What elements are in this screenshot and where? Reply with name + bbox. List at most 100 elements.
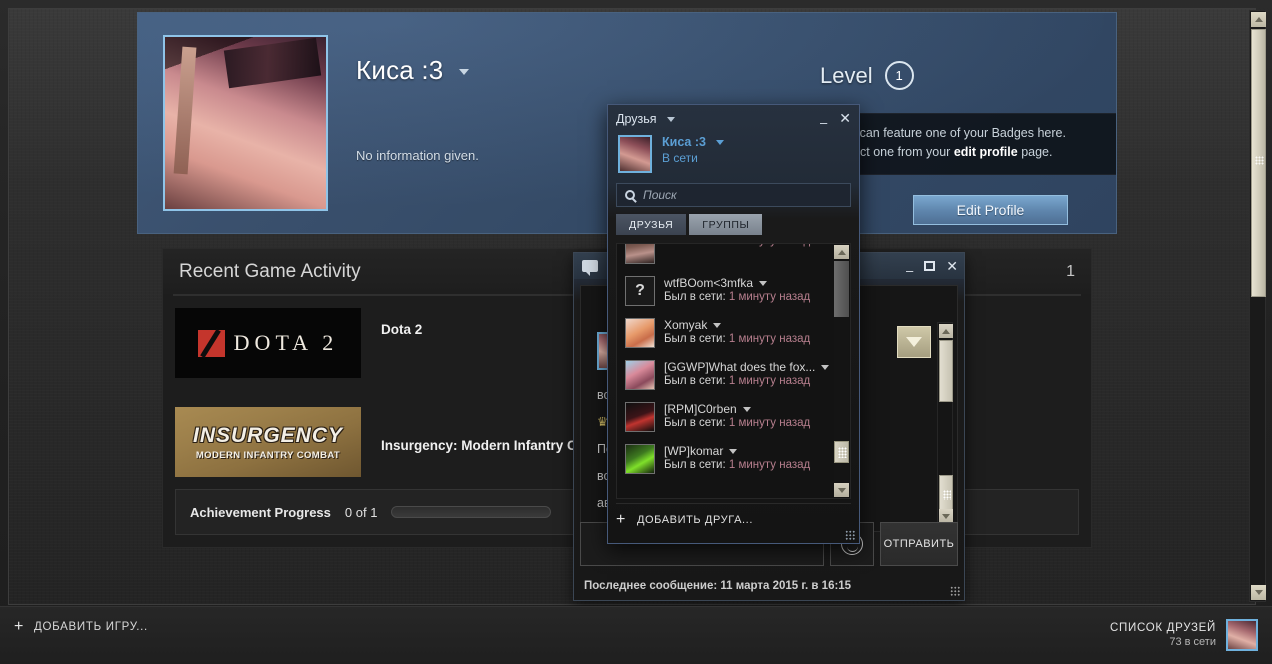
add-game-button[interactable]: + ДОБАВИТЬ ИГРУ... <box>14 619 148 635</box>
friend-status-label: Был в сети: <box>664 333 729 345</box>
chat-window-controls: – ✕ <box>906 258 958 278</box>
friends-window-title[interactable]: Друзья <box>616 111 676 126</box>
scroll-up-arrow-icon[interactable] <box>1251 12 1266 27</box>
friends-window[interactable]: Друзья – ✕ Киса :3 В сети Поиск ДРУЗЬЯ Г… <box>607 104 860 544</box>
profile-level[interactable]: Level 1 <box>820 61 914 90</box>
minimize-icon[interactable]: – <box>906 263 913 278</box>
friends-list[interactable]: Был в сети: 1 минуту назад ? wtfBOom<3mf… <box>616 243 851 499</box>
scroll-up-arrow-icon[interactable] <box>939 324 953 338</box>
close-icon[interactable]: ✕ <box>946 258 958 275</box>
resize-grip-icon[interactable] <box>845 530 855 540</box>
avatar[interactable] <box>625 360 655 390</box>
insurgency-capsule-title: INSURGENCY <box>192 423 344 447</box>
add-friend-button[interactable]: + ДОБАВИТЬ ДРУГА... <box>616 503 851 529</box>
friend-name[interactable]: wtfBOom<3mfka <box>664 276 842 290</box>
friend-name[interactable]: [RPM]C0rben <box>664 402 842 416</box>
friends-tabs: ДРУЗЬЯ ГРУППЫ <box>616 214 851 235</box>
friend-status-label: Был в сети: <box>664 375 729 387</box>
scrollbar-grip-icon <box>838 447 847 458</box>
scroll-down-arrow-icon[interactable] <box>1251 585 1266 600</box>
friend-name-text: Xomyak <box>664 318 708 332</box>
friends-titlebar[interactable]: Друзья – ✕ <box>608 105 859 132</box>
current-user-info: Киса :3 В сети <box>662 135 725 173</box>
friends-scrollbar-grip-block[interactable] <box>834 441 849 463</box>
avatar[interactable]: ? <box>625 276 655 306</box>
avatar[interactable] <box>625 444 655 474</box>
friends-list-button[interactable]: СПИСОК ДРУЗЕЙ 73 в сети <box>1110 619 1258 651</box>
list-item[interactable]: ? wtfBOom<3mfka Был в сети: 1 минуту наз… <box>617 270 850 312</box>
friend-status: Был в сети: 1 минуту назад <box>664 375 842 387</box>
list-item[interactable]: Xomyak Был в сети: 1 минуту назад <box>617 312 850 354</box>
minimize-icon[interactable]: – <box>820 115 827 130</box>
avatar[interactable] <box>618 135 652 173</box>
friends-window-title-text: Друзья <box>616 111 657 126</box>
achievement-progress-label: Achievement Progress <box>190 504 331 520</box>
edit-profile-link[interactable]: edit profile <box>954 145 1018 159</box>
avatar[interactable] <box>625 244 655 264</box>
game-capsule-dota2[interactable]: DOTA 2 <box>175 308 361 378</box>
search-icon <box>625 190 635 200</box>
badge-hint-line1: You can feature one of your Badges here. <box>835 126 1066 140</box>
tab-friends[interactable]: ДРУЗЬЯ <box>616 214 687 235</box>
featured-badge-placeholder: You can feature one of your Badges here.… <box>820 113 1116 175</box>
friend-name[interactable]: Xomyak <box>664 318 842 332</box>
game-title[interactable]: Dota 2 <box>361 308 422 337</box>
list-item[interactable]: [GGWP]What does the fox... Был в сети: 1… <box>617 354 850 396</box>
level-badge: 1 <box>884 61 914 90</box>
chevron-down-icon <box>713 323 722 329</box>
friend-name[interactable]: [WP]komar <box>664 444 842 458</box>
tab-groups[interactable]: ГРУППЫ <box>689 214 763 235</box>
chevron-down-icon <box>716 140 725 146</box>
friend-status: Был в сети: 1 минуту назад <box>664 291 842 303</box>
friend-status-label: Был в сети: <box>664 244 729 247</box>
search-input[interactable]: Поиск <box>643 188 677 202</box>
chat-scrollbar-thumb[interactable] <box>939 340 953 402</box>
chevron-down-icon <box>821 365 830 371</box>
friends-list-scrollbar[interactable] <box>834 245 849 497</box>
friend-name[interactable]: [GGWP]What does the fox... <box>664 360 842 374</box>
friend-last-online: 1 минуту назад <box>729 244 810 247</box>
chat-bubble-icon <box>582 260 598 276</box>
list-item[interactable]: Был в сети: 1 минуту назад <box>617 244 850 270</box>
chevron-down-icon <box>759 281 768 287</box>
scroll-down-arrow-icon[interactable] <box>939 509 953 523</box>
friend-last-online: 1 минуту назад <box>728 375 811 387</box>
friends-window-controls: – ✕ <box>820 110 851 130</box>
current-user-name[interactable]: Киса :3 <box>662 135 725 149</box>
friends-list-title: СПИСОК ДРУЗЕЙ <box>1110 622 1216 634</box>
friend-last-online: 1 минуту назад <box>728 459 811 471</box>
game-capsule-insurgency[interactable]: INSURGENCY MODERN INFANTRY COMBAT <box>175 407 361 477</box>
scrollbar-grip-icon <box>1255 156 1264 165</box>
search-field[interactable]: Поиск <box>616 183 851 207</box>
game-title[interactable]: Insurgency: Modern Infantry Com <box>361 432 597 453</box>
page-scrollbar[interactable] <box>1249 10 1266 602</box>
maximize-icon[interactable] <box>924 261 936 271</box>
chevron-down-icon <box>667 116 676 122</box>
send-button[interactable]: ОТПРАВИТЬ <box>880 522 958 566</box>
persona-name-text: Киса :3 <box>356 55 444 85</box>
last-message-timestamp: Последнее сообщение: 11 марта 2015 г. в … <box>584 580 852 592</box>
avatar[interactable] <box>1226 619 1258 651</box>
persona-name[interactable]: Киса :3 <box>356 55 469 86</box>
avatar[interactable] <box>625 318 655 348</box>
friends-scrollbar-thumb[interactable] <box>834 261 849 317</box>
achievement-progress-bar <box>391 506 552 518</box>
chevron-down-icon <box>742 407 751 413</box>
page-scrollbar-thumb[interactable] <box>1251 29 1266 297</box>
dota-capsule-text: DOTA 2 <box>233 330 339 355</box>
add-game-label: ДОБАВИТЬ ИГРУ... <box>34 621 148 633</box>
list-item[interactable]: [WP]komar Был в сети: 1 минуту назад <box>617 438 850 480</box>
edit-profile-button[interactable]: Edit Profile <box>913 195 1068 225</box>
scroll-down-arrow-icon[interactable] <box>834 483 849 497</box>
current-user-row[interactable]: Киса :3 В сети <box>608 132 859 183</box>
scroll-up-arrow-icon[interactable] <box>834 245 849 259</box>
profile-avatar[interactable] <box>163 35 328 211</box>
achievement-progress-value: 0 of 1 <box>344 504 378 520</box>
client-bottom-bar: + ДОБАВИТЬ ИГРУ... СПИСОК ДРУЗЕЙ 73 в се… <box>0 606 1272 664</box>
close-icon[interactable]: ✕ <box>839 110 851 127</box>
avatar[interactable] <box>625 402 655 432</box>
scroll-to-bottom-button[interactable] <box>897 326 931 358</box>
chat-scrollbar[interactable] <box>937 322 953 525</box>
resize-grip-icon[interactable] <box>950 586 960 596</box>
list-item[interactable]: [RPM]C0rben Был в сети: 1 минуту назад <box>617 396 850 438</box>
